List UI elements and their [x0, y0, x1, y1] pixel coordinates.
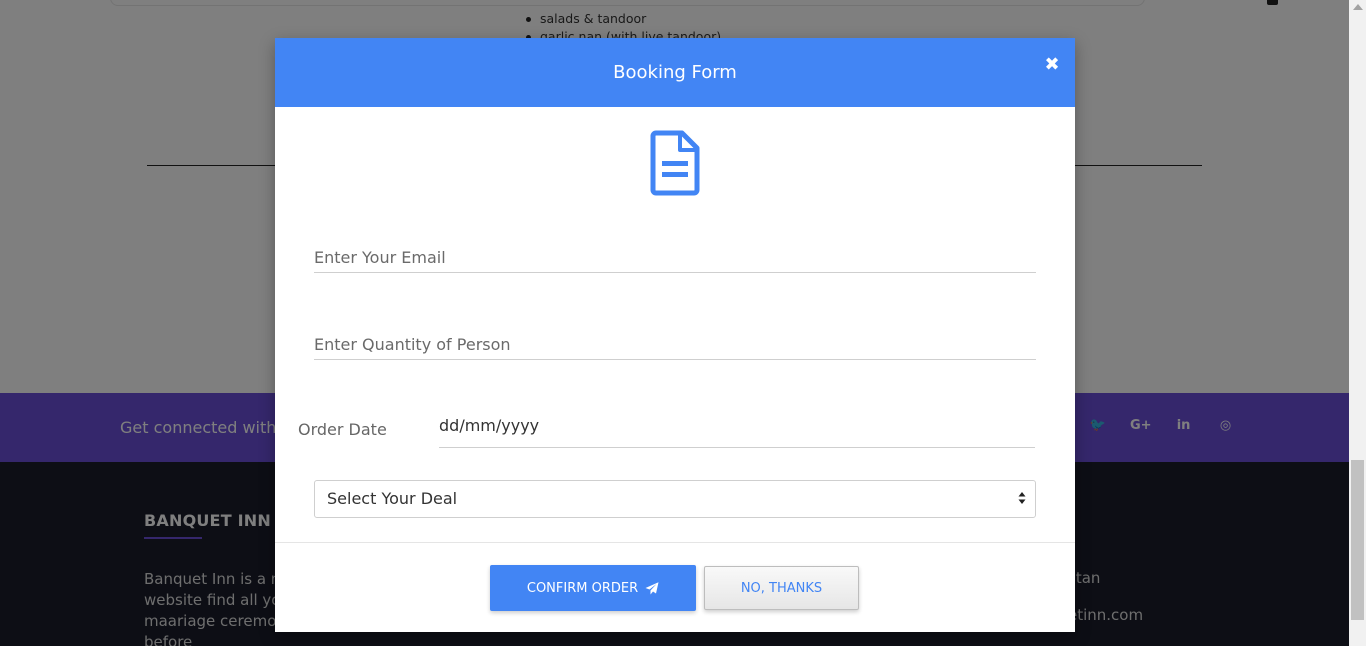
close-icon[interactable]: ✖: [1042, 55, 1062, 75]
order-date-label: Order Date: [298, 420, 387, 439]
confirm-order-label: CONFIRM ORDER: [526, 580, 639, 596]
modal-header: Booking Form ✖: [275, 38, 1075, 107]
deal-select[interactable]: Select Your Deal: [314, 480, 1036, 518]
booking-modal: Booking Form ✖ Order Date dd/mm/yyyy Sel…: [275, 38, 1075, 632]
confirm-order-button[interactable]: CONFIRM ORDER: [490, 565, 696, 611]
no-thanks-button[interactable]: NO, THANKS: [704, 566, 859, 610]
scroll-up-arrow-icon[interactable]: [1353, 4, 1363, 10]
deal-select-value: Select Your Deal: [327, 489, 458, 508]
document-icon: [650, 130, 700, 196]
select-arrows-icon: [1018, 492, 1026, 504]
order-date-input[interactable]: dd/mm/yyyy: [439, 413, 1035, 448]
modal-footer-divider: [275, 542, 1075, 543]
modal-title: Booking Form: [613, 62, 737, 83]
paper-plane-icon: [645, 581, 659, 594]
quantity-field[interactable]: [314, 330, 1036, 360]
scroll-thumb[interactable]: [1351, 460, 1364, 620]
email-field[interactable]: [314, 243, 1036, 273]
